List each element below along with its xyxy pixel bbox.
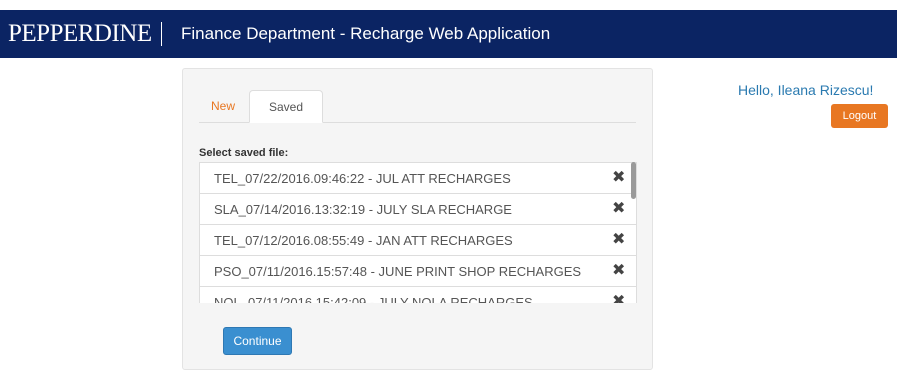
tab-bar: New Saved [199,90,636,123]
logout-button[interactable]: Logout [831,104,888,128]
app-title: Finance Department - Recharge Web Applic… [181,24,551,43]
saved-file-list[interactable]: TEL_07/22/2016.09:46:22 - JUL ATT RECHAR… [199,162,637,303]
saved-file-item[interactable]: PSO_07/11/2016.15:57:48 - JUNE PRINT SHO… [199,255,637,287]
continue-button[interactable]: Continue [223,327,292,355]
saved-file-name: SLA_07/14/2016.13:32:19 - JULY SLA RECHA… [214,202,512,217]
recharge-panel: New Saved Select saved file: TEL_07/22/2… [182,68,653,370]
delete-icon[interactable]: ✖ [612,293,625,303]
saved-file-name: TEL_07/12/2016.08:55:49 - JAN ATT RECHAR… [214,233,513,248]
top-navbar: PEPPERDINE Finance Department - Recharge… [0,10,897,58]
select-saved-file-label: Select saved file: [199,147,289,159]
saved-file-item[interactable]: NOL_07/11/2016.15:42:09 - JULY NOLA RECH… [199,286,637,303]
user-greeting: Hello, Ileana Rizescu! [738,82,874,98]
tab-new[interactable]: New [199,90,247,122]
delete-icon[interactable]: ✖ [612,169,625,187]
tab-saved[interactable]: Saved [249,90,323,123]
saved-file-item[interactable]: SLA_07/14/2016.13:32:19 - JULY SLA RECHA… [199,193,637,225]
delete-icon[interactable]: ✖ [612,231,625,249]
file-list-scrollbar[interactable] [631,162,636,199]
saved-file-name: PSO_07/11/2016.15:57:48 - JUNE PRINT SHO… [214,264,582,279]
delete-icon[interactable]: ✖ [612,262,625,280]
brand-divider [161,22,162,46]
saved-file-item[interactable]: TEL_07/22/2016.09:46:22 - JUL ATT RECHAR… [199,162,637,194]
saved-file-item[interactable]: TEL_07/12/2016.08:55:49 - JAN ATT RECHAR… [199,224,637,256]
saved-file-name: TEL_07/22/2016.09:46:22 - JUL ATT RECHAR… [214,171,511,186]
pepperdine-logo: PEPPERDINE [8,20,152,47]
delete-icon[interactable]: ✖ [612,200,625,218]
saved-file-name: NOL_07/11/2016.15:42:09 - JULY NOLA RECH… [214,295,533,303]
